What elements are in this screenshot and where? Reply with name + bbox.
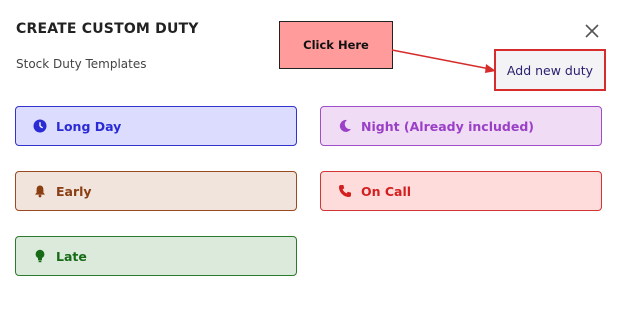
bell-icon [33,184,47,198]
moon-icon [338,119,352,133]
duty-label: Early [56,183,92,199]
add-new-duty-label: Add new duty [506,62,594,78]
duty-label: On Call [361,183,412,199]
duty-late[interactable]: Late [15,236,297,276]
duty-label: Night (Already included) [361,118,534,134]
duty-label: Late [56,248,87,264]
clock-icon [33,119,47,133]
duty-long-day[interactable]: Long Day [15,106,297,146]
dialog-title: CREATE CUSTOM DUTY [16,21,199,37]
duty-night[interactable]: Night (Already included) [320,106,602,146]
phone-icon [338,184,352,198]
duty-on-call[interactable]: On Call [320,171,602,211]
add-new-duty-button[interactable]: Add new duty [494,49,606,91]
duty-early[interactable]: Early [15,171,297,211]
close-button[interactable] [582,21,602,41]
section-subtitle: Stock Duty Templates [16,57,147,71]
duty-label: Long Day [56,118,122,134]
close-icon [585,24,599,38]
click-here-callout: Click Here [279,21,393,69]
lightbulb-icon [33,249,47,263]
callout-text: Click Here [303,38,369,52]
callout-arrow [391,49,496,73]
